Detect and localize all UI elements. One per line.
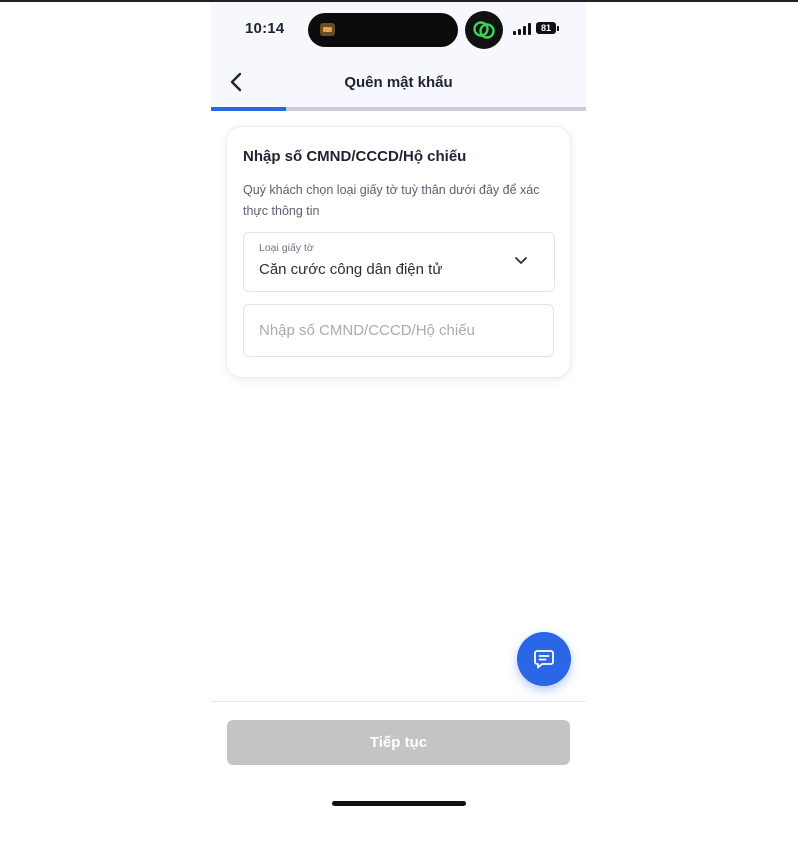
cellular-signal-icon xyxy=(513,23,533,35)
video-app-icon xyxy=(320,23,335,36)
home-indicator xyxy=(332,801,466,806)
chat-button[interactable] xyxy=(517,632,571,686)
linked-rings-icon xyxy=(465,11,503,49)
document-type-select[interactable]: Loại giấy tờ Căn cước công dân điện tử xyxy=(243,232,555,292)
phone-screen: 10:14 81 Quên mật khẩu Nhập số CMND/CCCD… xyxy=(211,2,586,854)
document-type-label: Loại giấy tờ xyxy=(259,242,314,254)
chat-icon xyxy=(534,650,554,669)
dynamic-island xyxy=(308,13,458,47)
battery-cap xyxy=(557,26,559,31)
progress-bar-fill xyxy=(211,107,286,111)
progress-bar xyxy=(211,107,586,111)
id-entry-card: Nhập số CMND/CCCD/Hộ chiếu Quý khách chọ… xyxy=(227,127,570,377)
battery-icon: 81 xyxy=(536,22,556,34)
continue-button[interactable]: Tiếp tục xyxy=(227,720,570,765)
status-time: 10:14 xyxy=(245,20,285,37)
document-type-value: Căn cước công dân điện tử xyxy=(259,261,443,278)
card-description: Quý khách chọn loại giấy tờ tuỳ thân dướ… xyxy=(243,183,540,218)
page-title: Quên mật khẩu xyxy=(344,74,453,91)
id-number-input[interactable] xyxy=(243,304,554,357)
card-title: Nhập số CMND/CCCD/Hộ chiếu xyxy=(243,148,467,165)
footer-divider xyxy=(211,701,586,702)
chevron-down-icon xyxy=(515,257,527,264)
